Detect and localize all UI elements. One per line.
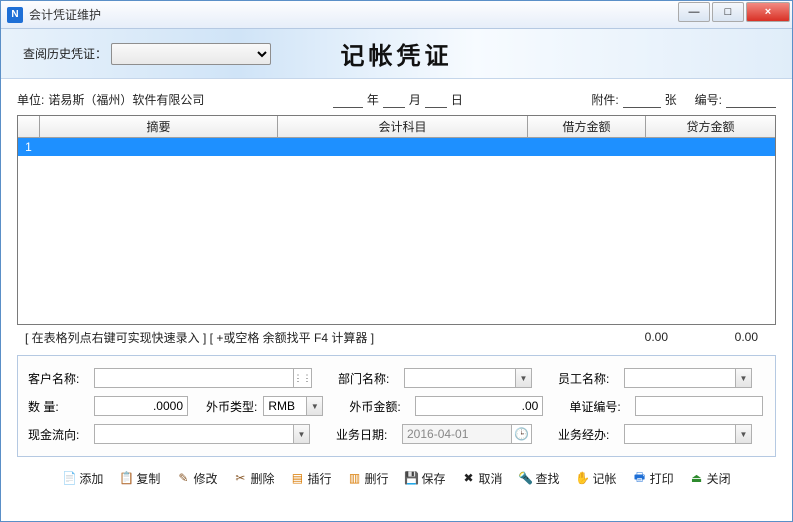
col-debit: 借方金额 [528,116,646,137]
print-button[interactable]: 🖶打印 [630,468,677,489]
col-summary: 摘要 [40,116,278,137]
voucher-table: 摘要 会计科目 借方金额 贷方金额 1 [17,115,776,325]
col-subject: 会计科目 [278,116,528,137]
add-icon: 📄 [62,471,76,485]
maximize-button[interactable]: □ [712,2,744,22]
cell-debit[interactable] [528,138,646,156]
unit-value: 诺易斯（福州）软件有限公司 [48,91,204,108]
customer-input[interactable] [94,368,294,388]
find-button[interactable]: 🔦查找 [516,468,563,489]
attach-label: 附件: [591,91,618,108]
edit-icon: ✎ [176,471,190,485]
book-button[interactable]: ✋记帐 [573,468,620,489]
currency-type-label: 外币类型: [206,398,257,415]
hint-row: [ 在表格列点右键可实现快速录入 ] [ +或空格 余额找平 F4 计算器 ] … [17,325,776,349]
day-label: 日 [451,91,463,108]
emp-input[interactable] [624,368,736,388]
banner: 查阅历史凭证： 记帐凭证 [1,29,792,79]
close-button[interactable]: ⏏关闭 [687,468,734,489]
delete-icon: ✂ [233,471,247,485]
toolbar: 📄添加 📋复制 ✎修改 ✂删除 ▤插行 ▥删行 💾保存 ✖取消 🔦查找 ✋记帐 … [17,463,776,493]
year-input[interactable] [333,90,363,108]
total-debit: 0.00 [560,330,678,344]
col-rownum [18,116,40,137]
dept-dropdown-icon[interactable]: ▼ [516,368,532,388]
emp-dropdown-icon[interactable]: ▼ [736,368,752,388]
window-title: 会计凭证维护 [29,6,678,23]
history-select[interactable] [111,43,271,65]
customer-lookup-icon[interactable]: ⋮⋮ [294,368,312,388]
cashflow-label: 现金流向: [28,426,88,443]
content: 单位: 诺易斯（福州）软件有限公司 年 月 日 附件: 张 编号: [1,79,792,521]
cell-summary[interactable] [40,138,278,156]
attach-unit: 张 [665,91,677,108]
customer-label: 客户名称: [28,370,88,387]
print-icon: 🖶 [633,471,647,485]
table-row[interactable]: 1 [18,138,775,156]
add-button[interactable]: 📄添加 [59,468,106,489]
form-area: 客户名称: ⋮⋮ 部门名称: ▼ 员工名称: ▼ 数 [17,355,776,457]
table-header: 摘要 会计科目 借方金额 贷方金额 [18,116,775,138]
year-label: 年 [367,91,379,108]
find-icon: 🔦 [519,471,533,485]
qty-input[interactable] [94,396,188,416]
month-input[interactable] [383,90,405,108]
number-label: 编号: [695,91,722,108]
copy-button[interactable]: 📋复制 [116,468,163,489]
book-icon: ✋ [576,471,590,485]
dept-label: 部门名称: [338,370,398,387]
cancel-icon: ✖ [462,471,476,485]
delete-row-button[interactable]: ▥删行 [344,468,391,489]
table-body[interactable]: 1 [18,138,775,324]
col-credit: 贷方金额 [646,116,775,137]
cancel-button[interactable]: ✖取消 [459,468,506,489]
save-icon: 💾 [405,471,419,485]
fc-amount-input[interactable] [415,396,543,416]
header-row: 单位: 诺易斯（福州）软件有限公司 年 月 日 附件: 张 编号: [17,87,776,111]
app-window: N 会计凭证维护 — □ × 查阅历史凭证： 记帐凭证 单位: 诺易斯（福州）软… [0,0,793,522]
close-window-button[interactable]: × [746,2,790,22]
fc-amount-label: 外币金额: [349,398,409,415]
close-icon: ⏏ [690,471,704,485]
edit-button[interactable]: ✎修改 [173,468,220,489]
table-hint: [ 在表格列点右键可实现快速录入 ] [ +或空格 余额找平 F4 计算器 ] [25,329,560,346]
insert-row-button[interactable]: ▤插行 [287,468,334,489]
history-label: 查阅历史凭证： [23,45,107,62]
dept-input[interactable] [404,368,516,388]
app-icon: N [7,7,23,23]
window-buttons: — □ × [678,1,792,28]
bizdate-label: 业务日期: [336,426,396,443]
qty-label: 数 量: [28,398,88,415]
currency-type-input[interactable] [263,396,307,416]
titlebar: N 会计凭证维护 — □ × [1,1,792,29]
date-picker-icon[interactable]: 🕒 [512,424,532,444]
insert-row-icon: ▤ [290,471,304,485]
docno-input[interactable] [635,396,763,416]
copy-icon: 📋 [119,471,133,485]
delete-row-icon: ▥ [347,471,361,485]
row-number: 1 [18,138,40,156]
cashflow-input[interactable] [94,424,294,444]
month-label: 月 [409,91,421,108]
minimize-button[interactable]: — [678,2,710,22]
cashflow-dropdown-icon[interactable]: ▼ [294,424,310,444]
operator-label: 业务经办: [558,426,618,443]
cell-credit[interactable] [646,138,775,156]
delete-button[interactable]: ✂删除 [230,468,277,489]
bizdate-input[interactable] [402,424,512,444]
total-credit: 0.00 [678,330,768,344]
page-title: 记帐凭证 [341,36,453,71]
emp-label: 员工名称: [558,370,618,387]
operator-input[interactable] [624,424,736,444]
date-segment: 年 月 日 [333,90,463,108]
save-button[interactable]: 💾保存 [402,468,449,489]
day-input[interactable] [425,90,447,108]
number-input[interactable] [726,90,776,108]
currency-type-dropdown-icon[interactable]: ▼ [307,396,323,416]
attach-input[interactable] [623,90,661,108]
docno-label: 单证编号: [569,398,629,415]
cell-subject[interactable] [278,138,528,156]
operator-dropdown-icon[interactable]: ▼ [736,424,752,444]
unit-label: 单位: [17,91,44,108]
